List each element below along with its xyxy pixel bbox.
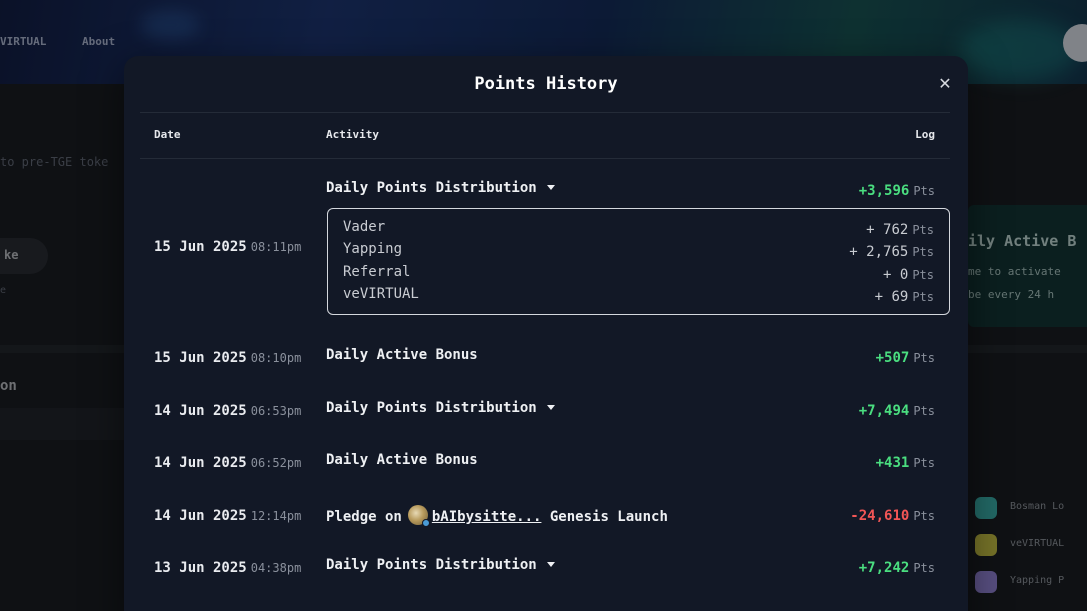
modal-title: Points History bbox=[474, 74, 618, 94]
date-text: 14 Jun 2025 bbox=[154, 403, 247, 419]
breakdown-value: + 762 bbox=[866, 222, 909, 238]
row-date: 14 Jun 2025 06:53pm bbox=[154, 400, 301, 419]
agent-link[interactable]: bAIbysitte... bbox=[432, 509, 542, 525]
activity-toggle[interactable]: Daily Points Distribution bbox=[326, 557, 555, 573]
points-unit: Pts bbox=[913, 404, 935, 418]
breakdown-value: + 69 bbox=[874, 289, 909, 305]
chevron-down-icon[interactable] bbox=[546, 185, 555, 190]
divider bbox=[140, 158, 950, 159]
activity-toggle[interactable]: Daily Points Distribution bbox=[326, 180, 555, 196]
time-text: 06:52pm bbox=[250, 456, 302, 470]
close-icon[interactable]: ✕ bbox=[936, 75, 954, 93]
breakdown-name: veVIRTUAL bbox=[343, 286, 419, 302]
time-text: 08:10pm bbox=[250, 351, 302, 365]
row-log: +431 Pts bbox=[876, 452, 935, 471]
breakdown-unit: Pts bbox=[912, 245, 934, 259]
date-text: 15 Jun 2025 bbox=[154, 350, 247, 366]
breakdown-value: + 0 bbox=[883, 267, 909, 283]
row-log: +7,242 Pts bbox=[859, 557, 935, 576]
date-text: 14 Jun 2025 bbox=[154, 455, 247, 471]
breakdown-value: + 2,765 bbox=[849, 244, 909, 260]
row-log: +507 Pts bbox=[876, 347, 935, 366]
points-unit: Pts bbox=[913, 456, 935, 470]
column-header-date: Date bbox=[154, 128, 181, 141]
row-date: 14 Jun 2025 06:52pm bbox=[154, 452, 301, 471]
breakdown-unit: Pts bbox=[912, 268, 934, 282]
activity-prefix: Pledge on bbox=[326, 509, 402, 525]
row-date: 15 Jun 2025 08:11pm bbox=[154, 236, 301, 255]
points-value: +7,242 bbox=[858, 560, 910, 576]
time-text: 12:14pm bbox=[250, 509, 302, 523]
activity-suffix: Genesis Launch bbox=[549, 509, 668, 525]
points-value: +431 bbox=[875, 455, 910, 471]
breakdown-item: Yapping + 2,765 Pts bbox=[343, 241, 934, 261]
divider bbox=[140, 112, 950, 113]
row-log: +7,494 Pts bbox=[859, 400, 935, 419]
date-text: 14 Jun 2025 bbox=[154, 508, 247, 524]
date-text: 15 Jun 2025 bbox=[154, 239, 247, 255]
breakdown-item: veVIRTUAL + 69 Pts bbox=[343, 286, 934, 306]
breakdown-name: Yapping bbox=[343, 241, 403, 257]
points-breakdown: Vader + 762 Pts Yapping + 2,765 Pts Referr… bbox=[327, 208, 950, 315]
breakdown-name: Vader bbox=[343, 219, 386, 235]
time-text: 04:38pm bbox=[250, 561, 302, 575]
points-unit: Pts bbox=[913, 509, 935, 523]
chevron-down-icon[interactable] bbox=[546, 562, 555, 567]
column-header-log: Log bbox=[915, 128, 935, 141]
points-history-modal: Points History ✕ Date Activity Log 15 Ju… bbox=[124, 56, 968, 611]
activity-label: Daily Active Bonus bbox=[326, 452, 478, 468]
breakdown-name: Referral bbox=[343, 264, 411, 280]
points-unit: Pts bbox=[913, 184, 935, 198]
points-unit: Pts bbox=[913, 351, 935, 365]
breakdown-item: Referral + 0 Pts bbox=[343, 264, 934, 284]
activity-label: Daily Points Distribution bbox=[326, 400, 537, 416]
activity-label: Daily Points Distribution bbox=[326, 180, 537, 196]
time-text: 06:53pm bbox=[250, 404, 302, 418]
breakdown-unit: Pts bbox=[912, 223, 934, 237]
points-value: +7,494 bbox=[858, 403, 910, 419]
activity-pledge: Pledge on bAIbysitte... Genesis Launch bbox=[326, 505, 668, 527]
activity-toggle[interactable]: Daily Points Distribution bbox=[326, 400, 555, 416]
row-date: 15 Jun 2025 08:10pm bbox=[154, 347, 301, 366]
breakdown-unit: Pts bbox=[912, 290, 934, 304]
row-date: 14 Jun 2025 12:14pm bbox=[154, 505, 301, 524]
time-text: 08:11pm bbox=[250, 240, 302, 254]
activity-label: Daily Active Bonus bbox=[326, 347, 478, 363]
row-date: 13 Jun 2025 04:38pm bbox=[154, 557, 301, 576]
date-text: 13 Jun 2025 bbox=[154, 560, 247, 576]
column-header-activity: Activity bbox=[326, 128, 379, 141]
points-value: -24,610 bbox=[850, 508, 910, 524]
verified-badge-icon bbox=[421, 519, 430, 527]
chevron-down-icon[interactable] bbox=[546, 405, 555, 410]
activity-label: Daily Points Distribution bbox=[326, 557, 537, 573]
points-unit: Pts bbox=[913, 561, 935, 575]
points-value: +507 bbox=[875, 350, 910, 366]
points-value: +3,596 bbox=[858, 183, 910, 199]
breakdown-item: Vader + 762 Pts bbox=[343, 219, 934, 239]
row-log: -24,610 Pts bbox=[850, 505, 935, 524]
agent-avatar[interactable] bbox=[407, 505, 430, 527]
row-log: +3,596 Pts bbox=[859, 180, 935, 199]
